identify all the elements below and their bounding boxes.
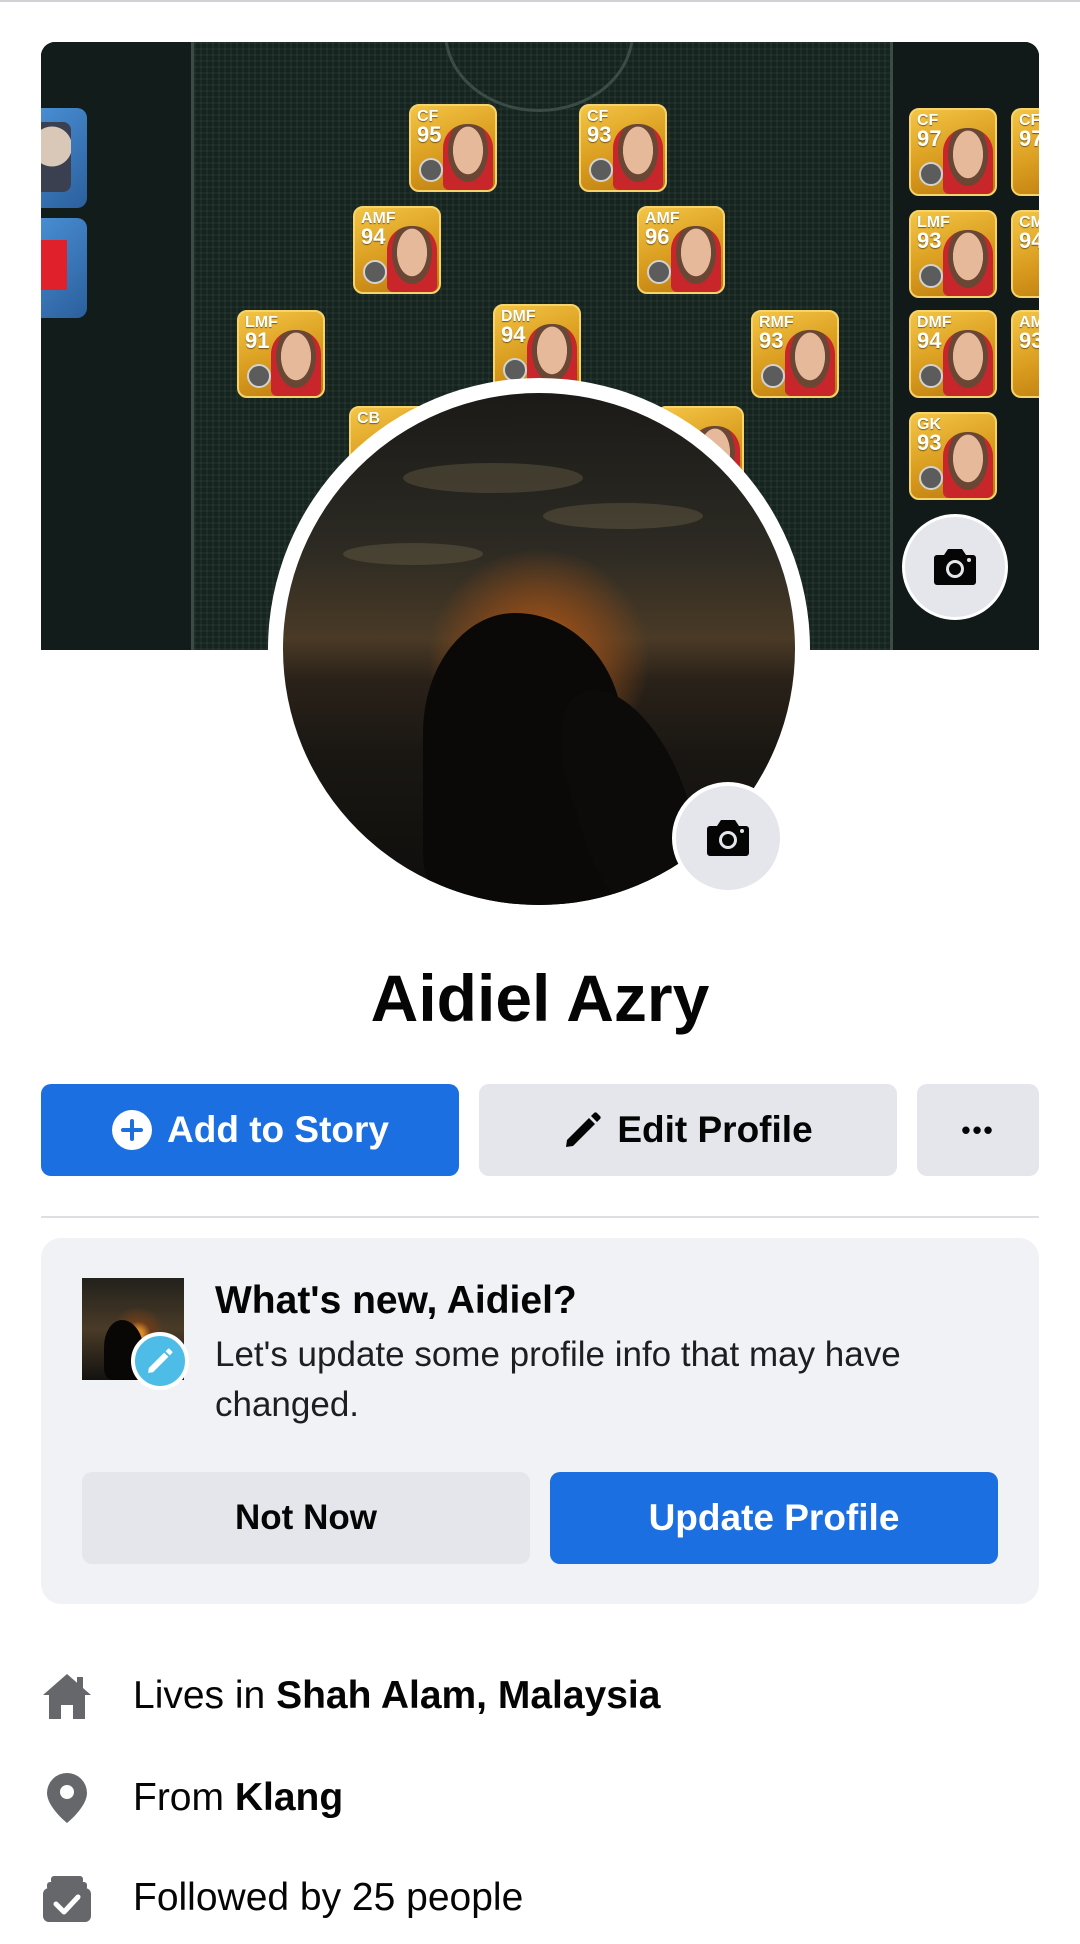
player-card: AMF 94 <box>353 206 441 294</box>
pitch-arc <box>444 42 634 112</box>
player-rating: 95 <box>417 122 442 147</box>
profile-name: Aidiel Azry <box>370 961 710 1035</box>
prompt-title: What's new, Aidiel? <box>215 1279 577 1322</box>
player-face <box>671 226 721 292</box>
player-rating: 93 <box>917 430 942 455</box>
edit-profile-label: Edit Profile <box>617 1109 813 1150</box>
more-icon: ••• <box>961 1114 995 1145</box>
card-badge-icon <box>919 466 943 490</box>
photo-cloud <box>403 463 583 493</box>
player-face <box>943 330 993 396</box>
edit-badge <box>131 1332 189 1390</box>
update-profile-button[interactable]: Update Profile <box>550 1472 998 1564</box>
player-face <box>271 330 321 396</box>
player-card: AMF 96 <box>637 206 725 294</box>
player-face <box>613 124 663 190</box>
card-badge-icon <box>247 364 271 388</box>
hometown-location: Klang <box>234 1776 344 1819</box>
player-rating: 94 <box>361 224 386 249</box>
update-profile-label: Update Profile <box>648 1497 900 1538</box>
card-badge-icon <box>589 158 613 182</box>
section-divider <box>41 1216 1039 1218</box>
card-badge-icon <box>419 158 443 182</box>
card-badge-icon <box>919 162 943 186</box>
profile-update-card: What's new, Aidiel? Let's update some pr… <box>41 1238 1039 1604</box>
player-rating: 93 <box>1019 328 1039 353</box>
player-rating: 94 <box>501 322 526 347</box>
pencil-icon <box>566 1112 602 1147</box>
photo-cloud <box>343 543 483 565</box>
not-now-label: Not Now <box>235 1498 377 1537</box>
player-card: CF 97 <box>909 108 997 196</box>
player-card: CF 97 <box>1011 108 1039 196</box>
player-rating: 96 <box>645 224 670 249</box>
card-badge-icon <box>363 260 387 284</box>
card-badge-icon <box>919 264 943 288</box>
lives-in-location: Shah Alam, Malaysia <box>276 1674 661 1717</box>
cover-camera-button[interactable] <box>902 514 1008 620</box>
player-card: AM 93 <box>1011 310 1039 398</box>
player-rating: 94 <box>917 328 942 353</box>
player-card: CF 95 <box>409 104 497 192</box>
not-now-button[interactable]: Not Now <box>82 1472 530 1564</box>
player-face <box>943 230 993 296</box>
lives-in-text: Lives in Shah Alam, Malaysia <box>133 1673 660 1719</box>
player-card: LMF 91 <box>237 310 325 398</box>
prompt-text: Let's update some profile info that may … <box>215 1335 901 1424</box>
followers-icon <box>41 1872 93 1924</box>
player-face <box>943 128 993 194</box>
more-options-button[interactable]: ••• <box>917 1084 1039 1176</box>
followers-row[interactable]: Followed by 25 people <box>41 1868 523 1928</box>
cover-left-card <box>41 218 87 318</box>
lives-in-row[interactable]: Lives in Shah Alam, Malaysia <box>41 1666 660 1726</box>
player-rating: 97 <box>917 126 942 151</box>
home-icon <box>41 1670 93 1722</box>
hometown-text: From Klang <box>133 1775 343 1821</box>
camera-icon <box>707 820 749 856</box>
player-rating: 93 <box>917 228 942 253</box>
player-card: RMF 93 <box>751 310 839 398</box>
player-rating: 93 <box>759 328 784 353</box>
player-face <box>943 432 993 498</box>
add-to-story-label: Add to Story <box>167 1109 389 1150</box>
edit-profile-button[interactable]: Edit Profile <box>479 1084 897 1176</box>
player-face <box>387 226 437 292</box>
card-badge-icon <box>919 364 943 388</box>
cover-left-card <box>41 108 87 208</box>
photo-cloud <box>543 503 703 529</box>
hometown-row[interactable]: From Klang <box>41 1768 343 1828</box>
cover-left-strip <box>41 42 191 650</box>
card-badge-icon <box>761 364 785 388</box>
profile-camera-button[interactable] <box>672 782 784 894</box>
player-rating: 93 <box>587 122 612 147</box>
player-rating: 91 <box>245 328 270 353</box>
card-badge-icon <box>647 260 671 284</box>
player-rating: 97 <box>1019 126 1039 151</box>
plus-circle-icon <box>112 1110 152 1150</box>
player-card: LMF 93 <box>909 210 997 298</box>
player-face <box>785 330 835 396</box>
pencil-icon <box>148 1348 173 1373</box>
player-position: CB <box>357 410 381 427</box>
player-face <box>443 124 493 190</box>
add-to-story-button[interactable]: Add to Story <box>41 1084 459 1176</box>
camera-icon <box>934 549 976 585</box>
player-card: CF 93 <box>579 104 667 192</box>
player-card: DMF 94 <box>909 310 997 398</box>
top-divider <box>0 0 1080 2</box>
location-pin-icon <box>41 1772 93 1824</box>
player-card: GK 93 <box>909 412 997 500</box>
player-rating: 94 <box>1019 228 1039 253</box>
followers-text: Followed by 25 people <box>133 1876 524 1919</box>
hometown-prefix: From <box>133 1776 235 1819</box>
player-card: CM 94 <box>1011 210 1039 298</box>
lives-in-prefix: Lives in <box>133 1674 277 1717</box>
